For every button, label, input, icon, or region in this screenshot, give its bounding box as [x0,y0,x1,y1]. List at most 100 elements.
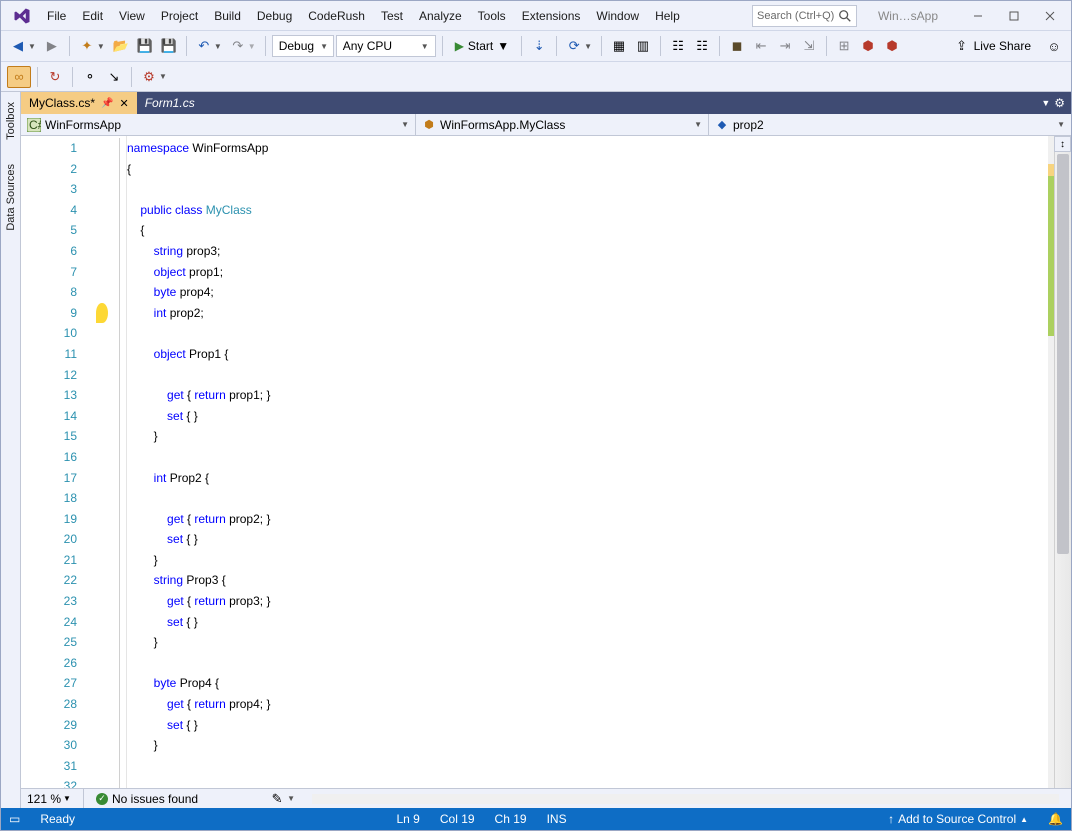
vs-logo-icon [11,5,33,27]
menu-file[interactable]: File [39,5,74,27]
pin-icon[interactable]: 📌 [101,98,113,109]
menu-extensions[interactable]: Extensions [514,5,589,27]
status-line: Ln 9 [397,812,420,826]
settings-button[interactable]: ⚙▼ [138,66,170,88]
menu-analyze[interactable]: Analyze [411,5,470,27]
csharp-project-icon: C# [27,118,41,132]
menu-view[interactable]: View [111,5,153,27]
svg-text:C#: C# [29,118,41,132]
close-button[interactable] [1033,5,1067,27]
close-icon[interactable]: ✕ [119,97,128,110]
layout-button[interactable]: ▦ [608,35,630,57]
coderush-main-button[interactable]: ∞ [7,66,31,88]
main-toolbar: ◀▼ ▶ ✦▼ 📂 💾 💾 ↶▼ ↷▼ Debug▼ Any CPU▼ ▶Sta… [1,31,1071,62]
zoom-label: 121 % [27,792,61,806]
redo-button[interactable]: ↷▼ [227,35,259,57]
vertical-scrollbar[interactable] [1054,136,1071,788]
status-ready: Ready [40,812,75,826]
menu-edit[interactable]: Edit [74,5,111,27]
document-tabs: MyClass.cs* 📌 ✕ Form1.cs ▼ ⚙ [21,92,1071,114]
tabs-options-button[interactable]: ⚙ [1054,96,1065,110]
menu-project[interactable]: Project [153,5,206,27]
open-file-button[interactable]: 📂 [110,35,132,57]
status-ins: INS [547,812,567,826]
indent-in-button[interactable]: ☷ [691,35,713,57]
field-icon: ◆ [715,118,729,132]
menu-coderush[interactable]: CodeRush [300,5,373,27]
config-label: Debug [279,39,314,53]
bookmark-clear-button[interactable]: ⇲ [798,35,820,57]
class-icon: ⬢ [422,118,436,132]
tab-myclass[interactable]: MyClass.cs* 📌 ✕ [21,92,137,114]
secondary-toolbar: ∞ ↻ ⚬ ↘ ⚙▼ [1,62,1071,92]
nav-scope-label: WinFormsApp.MyClass [440,118,565,132]
code-editor[interactable]: 1234567891011121314151617181920212223242… [21,136,1071,788]
tabs-overflow-button[interactable]: ▼ [1041,98,1050,108]
coderush-2-button[interactable]: ⬢ [881,35,903,57]
error-filter-button[interactable]: ✎▼ [266,788,298,809]
issues-indicator[interactable]: ✓ No issues found [96,792,198,806]
config-combo[interactable]: Debug▼ [272,35,334,57]
menu-build[interactable]: Build [206,5,249,27]
refresh-button[interactable]: ↻ [44,66,66,88]
horizontal-scrollbar[interactable] [312,792,1059,806]
menu-test[interactable]: Test [373,5,411,27]
browser-link-button[interactable]: ⟳▼ [563,35,595,57]
split-handle[interactable]: ↕ [1054,136,1071,152]
status-window-icon: ▭ [9,812,20,826]
tool-1-button[interactable]: ⚬ [79,66,101,88]
sidebar-tab-toolbox[interactable]: Toolbox [3,98,19,144]
editor-bottom-bar: 121 %▼ ✓ No issues found ✎▼ [21,788,1071,808]
platform-combo[interactable]: Any CPU▼ [336,35,436,57]
indent-out-button[interactable]: ☷ [667,35,689,57]
lightbulb-icon[interactable] [96,303,108,324]
issues-label: No issues found [112,792,198,806]
bookmark-next-button[interactable]: ⇥ [774,35,796,57]
source-control-button[interactable]: ↑Add to Source Control▲ [888,812,1028,826]
menu-tools[interactable]: Tools [470,5,514,27]
main-menu: FileEditViewProjectBuildDebugCodeRushTes… [39,5,688,27]
new-project-button[interactable]: ✦▼ [76,35,108,57]
nav-fwd-button[interactable]: ▶ [41,35,63,57]
tab-label: MyClass.cs* [29,96,95,110]
nav-member-label: prop2 [733,118,764,132]
bookmark-button[interactable]: ◼ [726,35,748,57]
maximize-button[interactable] [997,5,1031,27]
zoom-combo[interactable]: 121 %▼ [27,792,71,806]
status-col: Col 19 [440,812,475,826]
status-bar: ▭ Ready Ln 9 Col 19 Ch 19 INS ↑Add to So… [1,808,1071,830]
menu-window[interactable]: Window [588,5,647,27]
app-title: Win…sApp [863,9,953,23]
bookmark-prev-button[interactable]: ⇤ [750,35,772,57]
navigation-bar: C# WinFormsApp ▼ ⬢ WinFormsApp.MyClass ▼… [21,114,1071,136]
save-all-button[interactable]: 💾 [158,35,180,57]
menu-debug[interactable]: Debug [249,5,300,27]
nav-project-combo[interactable]: C# WinFormsApp ▼ [21,114,416,135]
grid-button[interactable]: ⊞ [833,35,855,57]
platform-label: Any CPU [343,39,392,53]
feedback-button[interactable]: ☺ [1043,35,1065,57]
undo-button[interactable]: ↶▼ [193,35,225,57]
tab-label: Form1.cs [145,96,195,110]
sidebar-tab-datasources[interactable]: Data Sources [3,160,19,235]
liveshare-button[interactable]: ⇪Live Share [948,35,1037,57]
search-placeholder: Search (Ctrl+Q) [757,10,838,22]
save-button[interactable]: 💾 [134,35,156,57]
scc-label: Add to Source Control [898,812,1016,826]
margin-marks [91,136,113,788]
nav-back-button[interactable]: ◀▼ [7,35,39,57]
code-content[interactable]: namespace WinFormsApp{ public class MyCl… [127,136,1048,788]
tab-form1[interactable]: Form1.cs [137,92,203,114]
comment-button[interactable]: ▥ [632,35,654,57]
start-button[interactable]: ▶Start▼ [449,35,515,57]
menu-help[interactable]: Help [647,5,688,27]
tool-2-button[interactable]: ↘ [103,66,125,88]
nav-scope-combo[interactable]: ⬢ WinFormsApp.MyClass ▼ [416,114,709,135]
start-label: Start [468,39,493,53]
notifications-button[interactable]: 🔔 [1048,812,1063,826]
search-input[interactable]: Search (Ctrl+Q) [752,5,857,27]
nav-member-combo[interactable]: ◆ prop2 ▼ [709,114,1071,135]
minimize-button[interactable] [961,5,995,27]
coderush-1-button[interactable]: ⬢ [857,35,879,57]
step-button[interactable]: ⇣ [528,35,550,57]
